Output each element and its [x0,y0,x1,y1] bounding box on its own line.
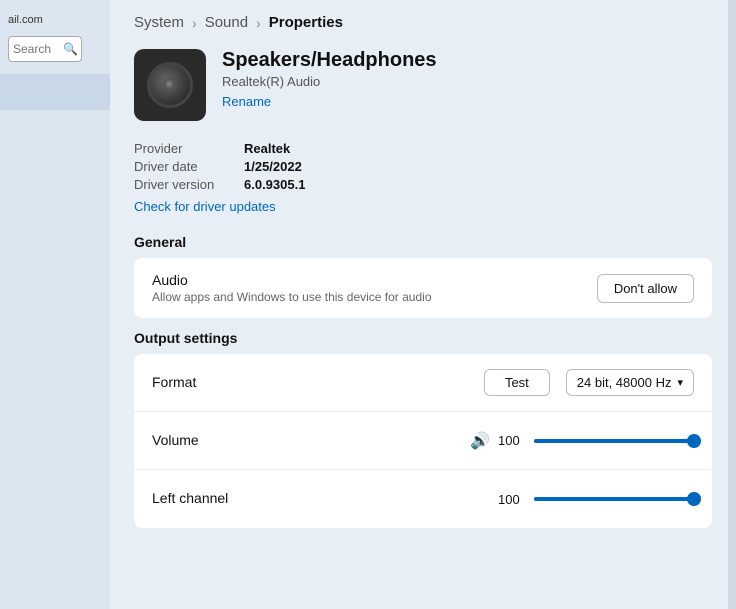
volume-slider-thumb[interactable] [687,434,701,448]
device-icon [134,49,206,121]
format-row: Format Test 24 bit, 48000 Hz ▾ [134,354,712,412]
driver-provider-value: Realtek [244,141,290,156]
format-label-text: Format [152,374,484,392]
volume-value: 100 [498,433,526,448]
volume-controls: 🔊 100 [470,431,694,451]
driver-version-label: Driver version [134,177,244,192]
volume-label-text: Volume [152,432,470,450]
output-heading: Output settings [134,330,712,346]
search-icon: 🔍 [63,42,78,56]
device-sub: Realtek(R) Audio [222,74,437,89]
breadcrumb-sep-1: › [192,15,197,31]
device-info: Speakers/Headphones Realtek(R) Audio Ren… [222,49,437,111]
speaker-graphic [147,62,193,108]
output-panel: Format Test 24 bit, 48000 Hz ▾ Volume [134,354,712,528]
sidebar-selected-item [0,74,110,110]
audio-sublabel: Allow apps and Windows to use this devic… [152,290,597,304]
breadcrumb-sep-2: › [256,15,261,31]
left-channel-slider-thumb[interactable] [687,492,701,506]
audio-row-text: Audio Allow apps and Windows to use this… [152,272,597,304]
output-section: Output settings Format Test 24 bit, 4800… [134,330,712,528]
format-controls: Test 24 bit, 48000 Hz ▾ [484,369,694,396]
scrollbar[interactable] [728,0,736,609]
driver-provider-label: Provider [134,141,244,156]
main-wrapper: System › Sound › Properties Speakers/Hea… [110,0,736,609]
main-content: System › Sound › Properties Speakers/Hea… [110,0,736,554]
volume-row: Volume 🔊 100 [134,412,712,470]
dont-allow-button[interactable]: Don't allow [597,274,694,303]
sidebar-email: ail.com [0,10,51,30]
left-channel-label: Left channel [152,490,498,506]
driver-version-value: 6.0.9305.1 [244,177,305,192]
breadcrumb-properties: Properties [269,14,343,31]
breadcrumb-sound[interactable]: Sound [205,14,248,31]
format-select[interactable]: 24 bit, 48000 Hz ▾ [566,369,694,396]
audio-label: Audio [152,272,597,288]
audio-row: Audio Allow apps and Windows to use this… [134,258,712,318]
left-channel-slider-fill [534,497,694,501]
volume-slider[interactable] [534,439,694,443]
left-channel-controls: 100 [498,492,694,507]
driver-date-value: 1/25/2022 [244,159,302,174]
driver-date-row: Driver date 1/25/2022 [134,159,712,174]
rename-link[interactable]: Rename [222,94,271,109]
sidebar-search-box[interactable]: 🔍 [8,36,82,62]
check-driver-link[interactable]: Check for driver updates [134,199,276,214]
test-button[interactable]: Test [484,369,550,396]
general-heading: General [134,234,712,250]
driver-info: Provider Realtek Driver date 1/25/2022 D… [134,141,712,216]
device-card: Speakers/Headphones Realtek(R) Audio Ren… [134,49,712,121]
left-channel-slider[interactable] [534,497,694,501]
left-channel-value: 100 [498,492,526,507]
search-input[interactable] [13,42,63,56]
format-value: 24 bit, 48000 Hz [577,375,672,390]
chevron-down-icon: ▾ [677,376,683,389]
driver-provider-row: Provider Realtek [134,141,712,156]
driver-version-row: Driver version 6.0.9305.1 [134,177,712,192]
format-label: Format [152,374,484,390]
speaker-icon: 🔊 [470,431,490,451]
speaker-center [163,78,177,92]
driver-date-label: Driver date [134,159,244,174]
left-channel-row: Left channel 100 [134,470,712,528]
device-name: Speakers/Headphones [222,49,437,72]
general-panel: Audio Allow apps and Windows to use this… [134,258,712,318]
left-channel-label-text: Left channel [152,490,498,508]
breadcrumb-system[interactable]: System [134,14,184,31]
volume-label: Volume [152,432,470,448]
volume-slider-fill [534,439,694,443]
breadcrumb: System › Sound › Properties [134,14,712,31]
sidebar: ail.com 🔍 [0,0,110,609]
